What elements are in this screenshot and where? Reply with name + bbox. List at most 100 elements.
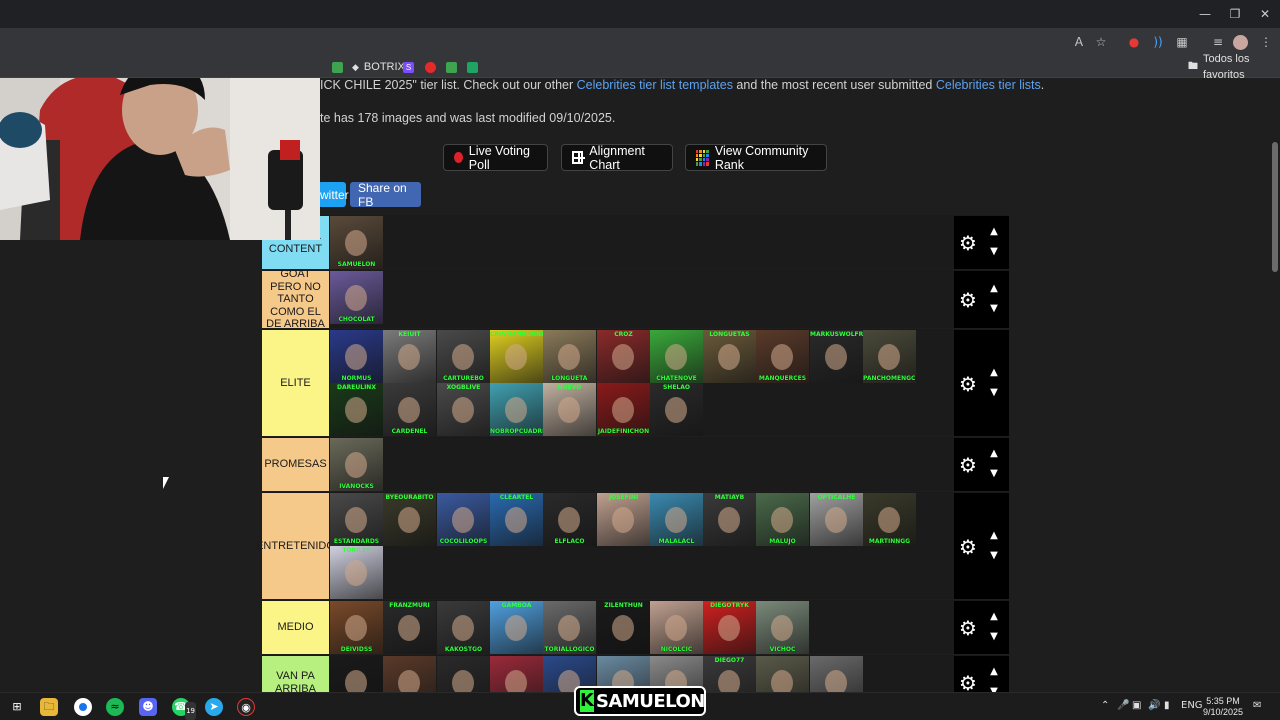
tier-item[interactable]: CHATENOVE: [650, 330, 703, 383]
tier-item[interactable]: VICHOC: [756, 601, 809, 654]
templates-link[interactable]: Celebrities tier list templates: [577, 78, 733, 92]
all-bookmarks[interactable]: 🖿 Todos los favoritos: [1188, 53, 1280, 81]
gear-icon[interactable]: ⚙: [959, 233, 977, 253]
bookmark-drive[interactable]: [332, 59, 343, 75]
live-voting-poll-button[interactable]: Live Voting Poll: [443, 144, 548, 172]
tier-item[interactable]: [490, 656, 543, 692]
gear-icon[interactable]: ⚙: [959, 455, 977, 475]
tier-item[interactable]: NICOLCIC: [650, 601, 703, 654]
move-down-icon[interactable]: ▼: [988, 303, 1000, 314]
tray-chevron-icon[interactable]: ⌃: [1101, 700, 1109, 711]
move-up-icon[interactable]: ▲: [988, 367, 1000, 378]
tier-item[interactable]: [383, 656, 436, 692]
move-up-icon[interactable]: ▲: [988, 611, 1000, 622]
tier-item[interactable]: MANQUERCES: [756, 330, 809, 383]
community-rank-button[interactable]: View Community Rank: [685, 144, 827, 172]
tier-item[interactable]: MARKUSWOLFR: [810, 330, 863, 383]
network-icon[interactable]: ▣: [1132, 700, 1141, 711]
gear-icon[interactable]: ⚙: [959, 374, 977, 394]
scroll-thumb[interactable]: [1272, 142, 1278, 272]
tier-item[interactable]: TORILES: [330, 546, 383, 599]
share-fb-button[interactable]: Share on FB: [350, 181, 421, 209]
tier-item[interactable]: KEIUIT: [383, 330, 436, 383]
tier-item[interactable]: KAKOSTGO: [437, 601, 490, 654]
tier-item[interactable]: [810, 656, 863, 692]
file-explorer-icon[interactable]: 🗀: [40, 698, 58, 716]
tier-item[interactable]: [437, 656, 490, 692]
tier-item[interactable]: IVANOCKS: [330, 438, 383, 491]
profile-avatar-icon[interactable]: [1233, 35, 1248, 50]
tier-item[interactable]: BYEOURABITO: [383, 493, 436, 546]
tier-item[interactable]: MALUJO: [756, 493, 809, 546]
move-up-icon[interactable]: ▲: [988, 226, 1000, 237]
tier-item[interactable]: ESTANDARDS: [330, 493, 383, 546]
tier-item[interactable]: NORMUS: [330, 330, 383, 383]
volume-icon[interactable]: 🔊: [1148, 700, 1160, 711]
bookmark-s[interactable]: S: [403, 59, 414, 75]
mic-icon[interactable]: 🎤: [1117, 700, 1129, 711]
tier-item[interactable]: LONGUETA: [543, 330, 596, 383]
obs-icon[interactable]: ◉: [237, 698, 255, 716]
move-up-icon[interactable]: ▲: [988, 448, 1000, 459]
tier-label[interactable]: ELITE: [262, 330, 329, 436]
tier-item[interactable]: SHELAO: [650, 383, 703, 436]
tier-label[interactable]: VAN PA ARRIBA: [262, 656, 329, 692]
share-twitter-button[interactable]: witter: [318, 182, 349, 207]
whatsapp-icon[interactable]: ☎ 19: [172, 698, 196, 720]
tier-label[interactable]: MEDIO: [262, 601, 329, 654]
telegram-icon[interactable]: ➤: [205, 698, 223, 716]
gear-icon[interactable]: ⚙: [959, 290, 977, 310]
restore-icon[interactable]: ❐: [1227, 6, 1243, 22]
tier-item[interactable]: ELFLACO: [543, 493, 596, 546]
move-down-icon[interactable]: ▼: [988, 550, 1000, 561]
user-lists-link[interactable]: Celebrities tier lists: [936, 78, 1041, 92]
translate-icon[interactable]: Ａ: [1071, 34, 1087, 50]
tier-item[interactable]: CRISTIANRUNNER: [490, 330, 543, 383]
menu-dots-icon[interactable]: ⋮: [1258, 34, 1274, 50]
system-clock[interactable]: 5:35 PM 9/10/2025: [1198, 696, 1248, 718]
tier-item[interactable]: DAREULINX: [330, 383, 383, 436]
tier-item[interactable]: PANCHOMENGCL: [863, 330, 916, 383]
tier-item[interactable]: XOGBLIVE: [437, 383, 490, 436]
tier-item[interactable]: TORIALLOGICO: [543, 601, 596, 654]
tier-item[interactable]: COCOLILOOPS: [437, 493, 490, 546]
move-up-icon[interactable]: ▲: [988, 283, 1000, 294]
tier-item[interactable]: MATIAYB: [703, 493, 756, 546]
minimize-icon[interactable]: —: [1197, 6, 1213, 22]
tier-label[interactable]: ENTRETENIDO: [256, 493, 335, 599]
spotify-icon[interactable]: ≈: [106, 698, 124, 716]
extension-icon[interactable]: ●: [1126, 34, 1142, 50]
puzzle-icon[interactable]: ▦: [1174, 34, 1190, 50]
tier-item[interactable]: CARDENEL: [383, 383, 436, 436]
tier-item[interactable]: [330, 656, 383, 692]
battery-icon[interactable]: ▮: [1164, 700, 1170, 711]
tier-item[interactable]: JOSEFINI: [597, 493, 650, 546]
move-down-icon[interactable]: ▼: [988, 468, 1000, 479]
star-icon[interactable]: ☆: [1093, 34, 1109, 50]
gear-icon[interactable]: ⚙: [959, 537, 977, 557]
audio-icon[interactable]: )): [1150, 34, 1166, 50]
tier-item[interactable]: OPTICALHE: [810, 493, 863, 546]
close-icon[interactable]: ✕: [1257, 6, 1273, 22]
discord-icon[interactable]: ☻: [139, 698, 157, 716]
tier-item[interactable]: NUEVO: [543, 383, 596, 436]
tier-label[interactable]: PROMESAS: [262, 438, 329, 491]
tier-item[interactable]: NOBROPCUADRELO: [490, 383, 543, 436]
move-up-icon[interactable]: ▲: [988, 666, 1000, 677]
bookmark-green[interactable]: [446, 59, 457, 75]
tier-item[interactable]: CHOCOLAT: [330, 271, 383, 324]
bookmark-sheets[interactable]: [467, 59, 478, 75]
tier-item[interactable]: GAMBOA: [490, 601, 543, 654]
tier-item[interactable]: DIEGO77: [703, 656, 756, 692]
move-down-icon[interactable]: ▼: [988, 246, 1000, 257]
tier-item[interactable]: [756, 656, 809, 692]
tier-item[interactable]: JAIDEFINICHON: [597, 383, 650, 436]
tier-item[interactable]: ZILENTHUN: [597, 601, 650, 654]
tier-item[interactable]: SAMUELON: [330, 216, 383, 269]
move-up-icon[interactable]: ▲: [988, 530, 1000, 541]
page-scrollbar[interactable]: [1270, 78, 1280, 692]
tier-item[interactable]: MALALACL: [650, 493, 703, 546]
tier-item[interactable]: LONGUETAS: [703, 330, 756, 383]
media-control-icon[interactable]: ≡: [1210, 34, 1226, 50]
move-down-icon[interactable]: ▼: [988, 387, 1000, 398]
